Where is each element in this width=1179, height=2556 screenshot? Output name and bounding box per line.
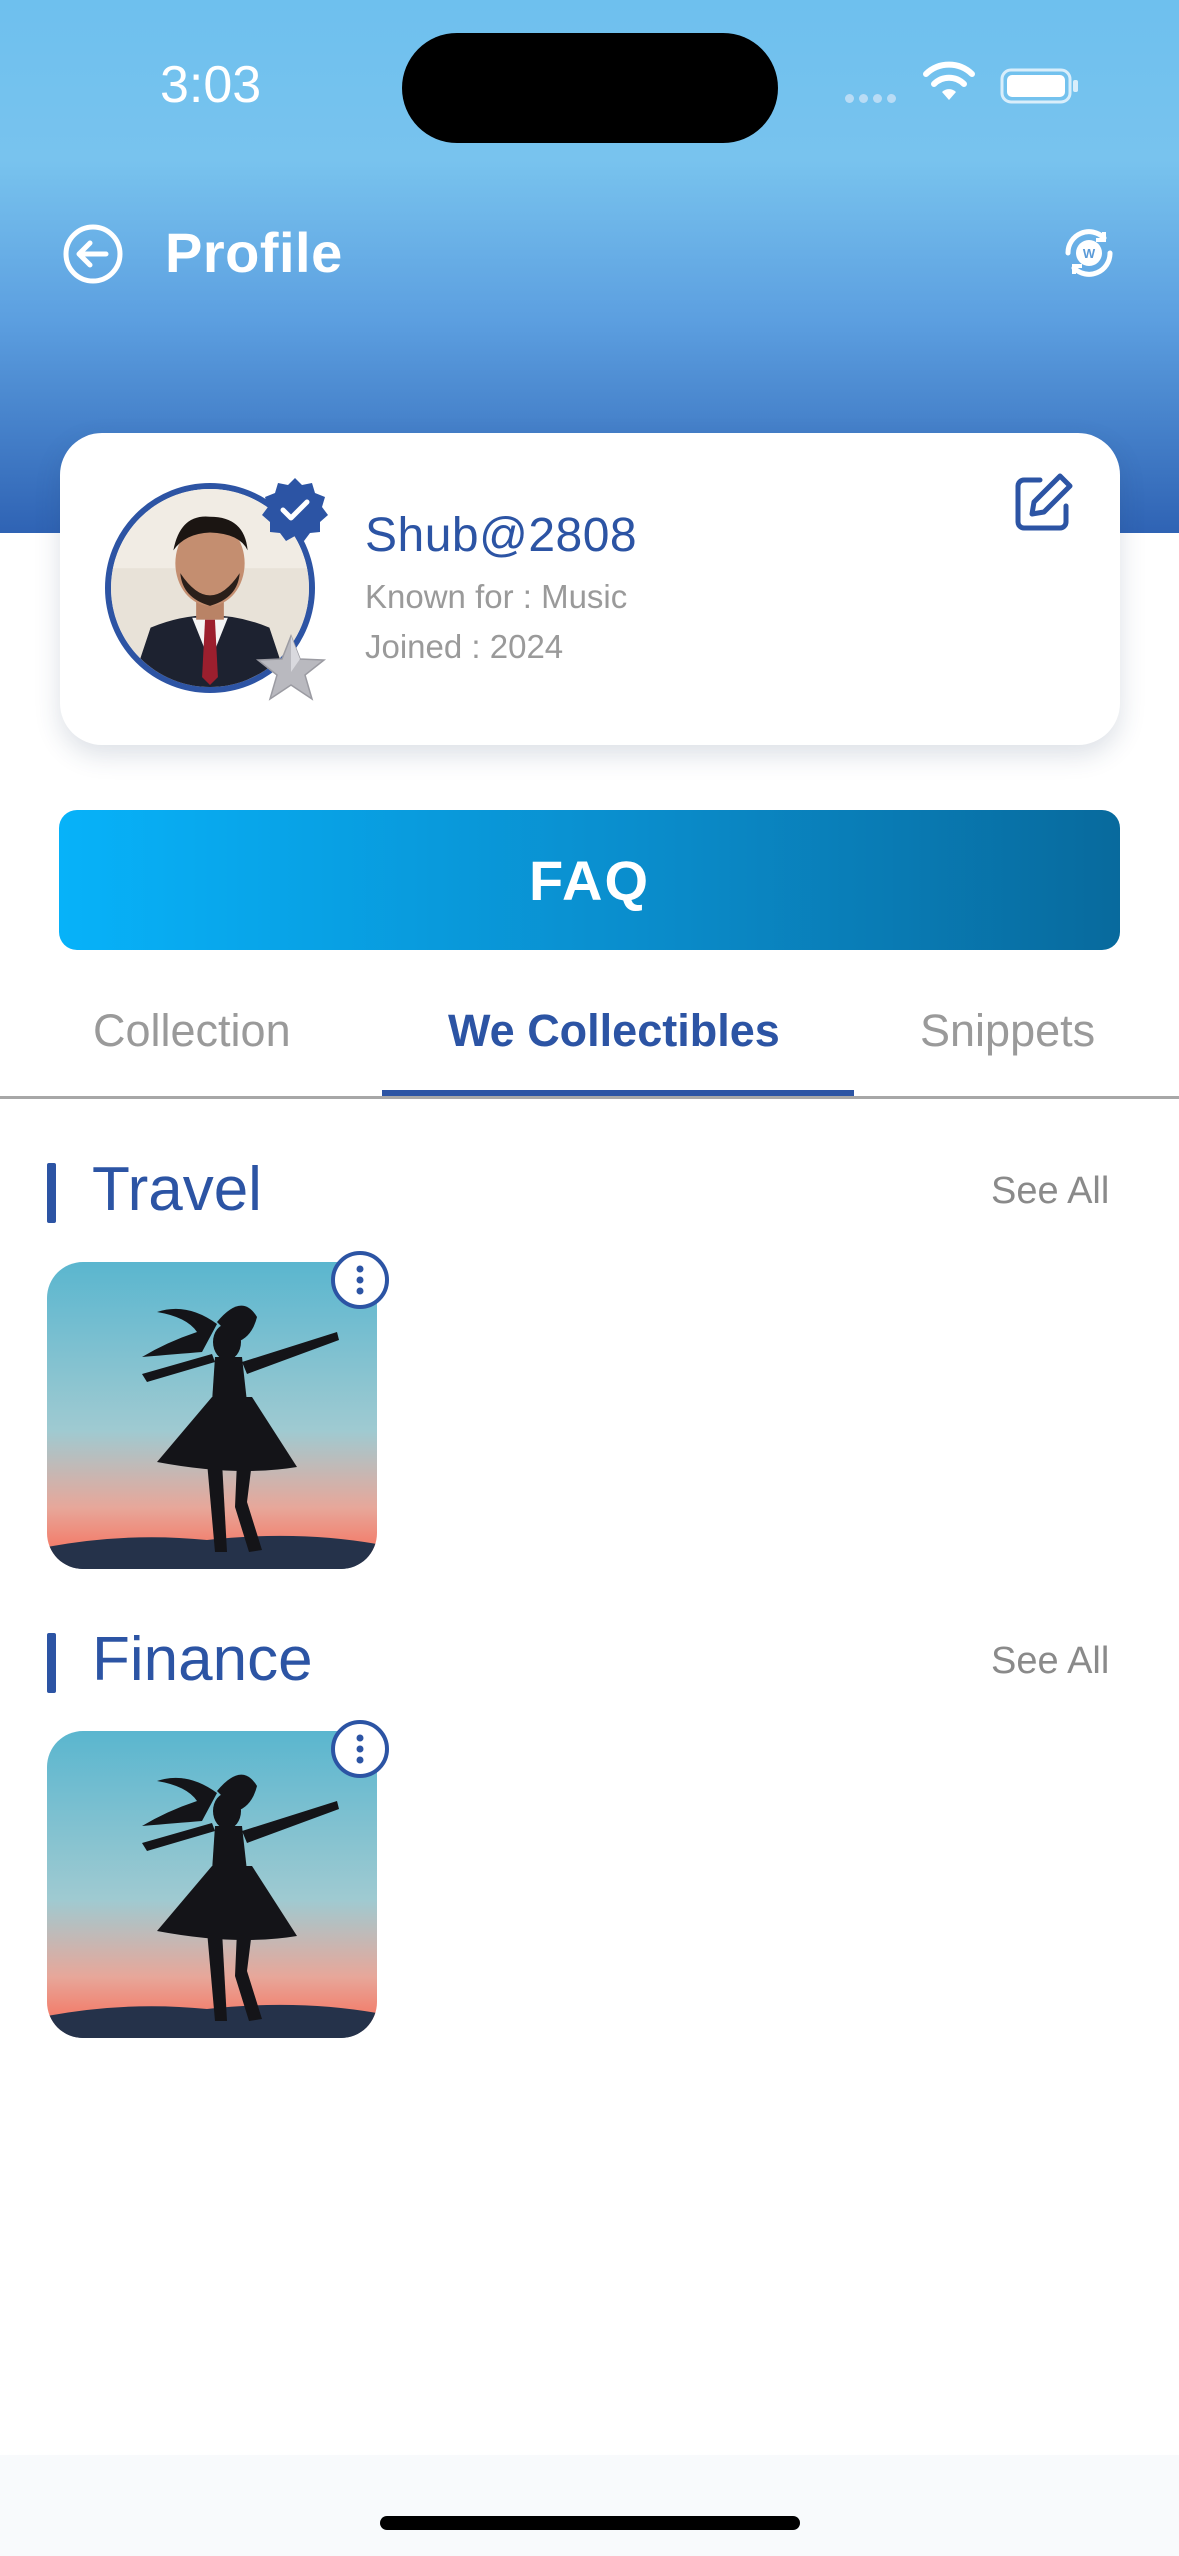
wallet-coin-icon[interactable]: W bbox=[1058, 222, 1120, 284]
section-title-finance: Finance bbox=[92, 1625, 313, 1694]
profile-joined: Joined : 2024 bbox=[365, 628, 564, 665]
more-options-icon[interactable] bbox=[330, 1250, 390, 1310]
tab-divider bbox=[0, 1096, 1179, 1099]
dynamic-island bbox=[402, 33, 778, 143]
profile-known-for: Known for : Music bbox=[365, 578, 628, 615]
wifi-icon bbox=[923, 61, 975, 100]
tab-we-collectibles[interactable]: We Collectibles bbox=[448, 1005, 780, 1057]
collectible-thumbnail[interactable] bbox=[47, 1731, 377, 2038]
faq-button[interactable]: FAQ bbox=[59, 810, 1120, 950]
svg-text:W: W bbox=[1083, 246, 1096, 261]
back-arrow-icon[interactable] bbox=[62, 223, 124, 285]
tab-snippets[interactable]: Snippets bbox=[920, 1005, 1095, 1057]
silhouette-image bbox=[47, 1262, 377, 1569]
section-accent-bar bbox=[47, 1163, 56, 1223]
edit-icon[interactable] bbox=[1010, 470, 1076, 536]
home-indicator[interactable] bbox=[380, 2516, 800, 2530]
verified-badge-icon bbox=[262, 478, 328, 541]
more-options-icon[interactable] bbox=[330, 1719, 390, 1779]
status-time: 3:03 bbox=[160, 56, 262, 114]
silver-star-icon bbox=[255, 633, 327, 701]
battery-icon bbox=[1000, 68, 1078, 104]
see-all-travel-link[interactable]: See All bbox=[991, 1170, 1109, 1213]
see-all-finance-link[interactable]: See All bbox=[991, 1640, 1109, 1683]
bottom-safe-area bbox=[0, 2455, 1179, 2556]
silhouette-image bbox=[47, 1731, 377, 2038]
section-title-travel: Travel bbox=[92, 1155, 262, 1224]
cellular-signal-icon bbox=[845, 90, 901, 108]
page-title: Profile bbox=[165, 221, 343, 284]
profile-username: Shub@2808 bbox=[365, 509, 638, 562]
collectible-thumbnail[interactable] bbox=[47, 1262, 377, 1569]
section-accent-bar bbox=[47, 1633, 56, 1693]
tab-collection[interactable]: Collection bbox=[93, 1005, 291, 1057]
